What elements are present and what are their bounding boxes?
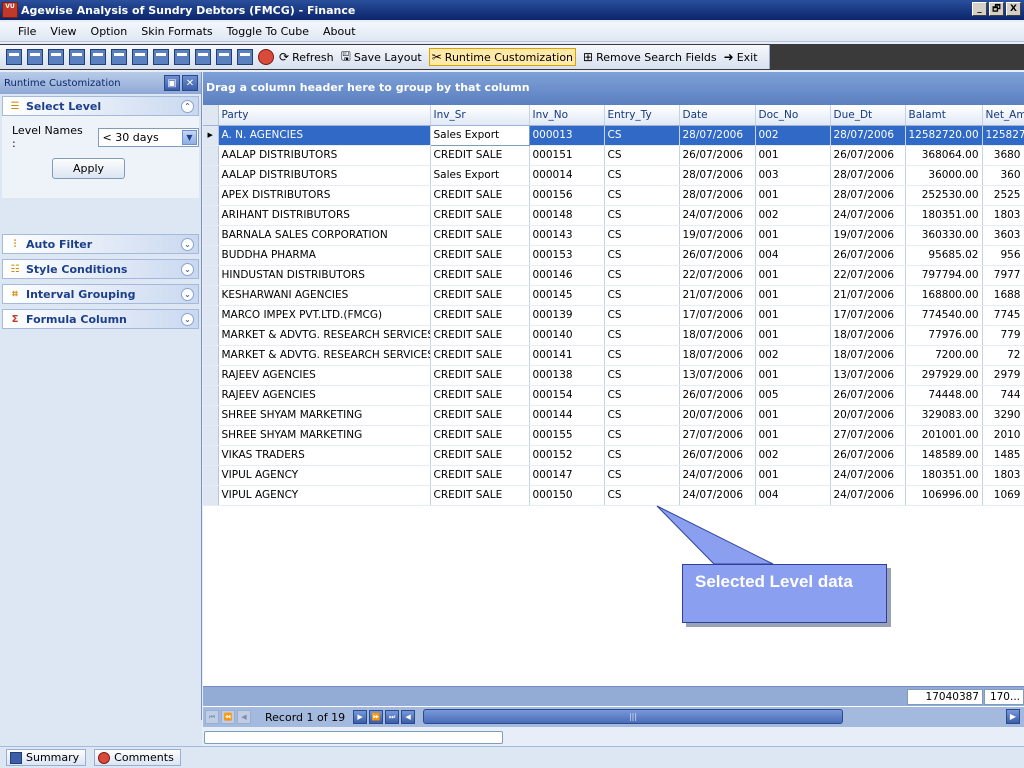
interval-grouping-icon: ⌗	[12, 288, 18, 300]
horizontal-scrollbar[interactable]: |||	[423, 709, 843, 724]
prev-page-icon[interactable]: ⏪	[221, 710, 235, 724]
totals-footer: 17040387 170...	[203, 686, 1024, 706]
window-title: Agewise Analysis of Sundry Debtors (FMCG…	[21, 3, 356, 17]
panel-close-icon[interactable]: ✕	[182, 75, 198, 91]
scroll-left-icon[interactable]: ◀	[401, 710, 416, 724]
table-icon-2[interactable]	[195, 49, 211, 65]
menu-view[interactable]: View	[43, 25, 83, 38]
apply-button[interactable]: Apply	[52, 158, 125, 179]
section-auto-filter[interactable]: ⫶ Auto Filter ⌄	[2, 234, 199, 254]
status-bar: Summary Comments	[0, 746, 1024, 768]
grid-icon[interactable]	[153, 49, 169, 65]
total-balamt: 17040387	[907, 689, 983, 705]
left-panel-footer	[0, 720, 202, 746]
layout-icon-6[interactable]	[111, 49, 127, 65]
section-select-level[interactable]: ☰ Select Level ⌃	[2, 96, 199, 116]
remove-search-fields-button[interactable]: ⊞ Remove Search Fields	[583, 50, 717, 64]
layout-icon-5[interactable]	[90, 49, 106, 65]
window-controls: _ 🗗 X	[972, 2, 1021, 16]
save-icon: 🖫	[340, 48, 351, 63]
refresh-icon: ⟳	[279, 50, 290, 64]
menu-skin-formats[interactable]: Skin Formats	[134, 25, 219, 38]
refresh-button[interactable]: ⟳ Refresh	[279, 50, 334, 64]
section-style-conditions[interactable]: ☷ Style Conditions ⌄	[2, 259, 199, 279]
close-button[interactable]: X	[1006, 2, 1021, 16]
remove-fields-icon: ⊞	[583, 50, 594, 64]
restore-button[interactable]: 🗗	[989, 2, 1004, 16]
level-names-label: Level Names :	[12, 124, 83, 150]
layout-icon-4[interactable]	[69, 49, 85, 65]
section-formula-column[interactable]: Σ Formula Column ⌄	[2, 309, 199, 329]
level-names-select[interactable]: < 30 days ▼	[97, 127, 199, 147]
menu-option[interactable]: Option	[84, 25, 135, 38]
exit-button[interactable]: ➜ Exit	[724, 50, 758, 64]
auto-filter-icon: ⫶	[13, 238, 17, 250]
last-record-icon[interactable]: ⏭	[385, 710, 400, 724]
summary-tab[interactable]: Summary	[6, 749, 87, 766]
panel-icon[interactable]	[216, 49, 232, 65]
select-level-body: Level Names : < 30 days ▼ Apply	[2, 116, 199, 198]
record-indicator: Record 1 of 19	[265, 710, 346, 724]
callout-pointer	[656, 505, 774, 565]
expand-icon[interactable]: ⌄	[181, 288, 194, 301]
expand-icon[interactable]: ⌄	[181, 263, 194, 276]
next-record-icon[interactable]: ▶	[353, 710, 368, 724]
comments-tab[interactable]: Comments	[94, 749, 181, 766]
toolbar: ⟳ Refresh 🖫 Save Layout ✂ Runtime Custom…	[0, 44, 1024, 70]
scroll-right-icon[interactable]: ▶	[1006, 709, 1020, 724]
layout-icon-3[interactable]	[48, 49, 64, 65]
comments-icon	[98, 751, 111, 764]
app-icon: VU	[2, 2, 18, 18]
layout-icon-1[interactable]	[6, 49, 22, 65]
menu-about[interactable]: About	[316, 25, 363, 38]
summary-icon	[10, 751, 22, 764]
toolbar-strip: ⟳ Refresh 🖫 Save Layout ✂ Runtime Custom…	[0, 45, 770, 69]
section-interval-grouping[interactable]: ⌗ Interval Grouping ⌄	[2, 284, 199, 304]
callout-selected-level: Selected Level data	[682, 564, 887, 623]
minimize-button[interactable]: _	[972, 2, 987, 16]
menu-toggle-to-cube[interactable]: Toggle To Cube	[220, 25, 316, 38]
data-grid: Drag a column header here to group by th…	[203, 72, 1024, 720]
columns-icon[interactable]	[132, 49, 148, 65]
layout-icon-2[interactable]	[27, 49, 43, 65]
first-record-icon[interactable]: ⏮	[205, 710, 219, 724]
tools-icon: ✂	[431, 50, 442, 64]
title-bar: VU Agewise Analysis of Sundry Debtors (F…	[0, 0, 1024, 20]
expand-icon[interactable]: ⌄	[181, 313, 194, 326]
exit-icon: ➜	[723, 50, 734, 64]
total-net-amt: 170...	[984, 689, 1024, 705]
menu-file[interactable]: File	[0, 25, 43, 38]
progress-field	[204, 731, 503, 744]
runtime-customization-button[interactable]: ✂ Runtime Customization	[428, 48, 577, 66]
pin-icon[interactable]: ▣	[164, 75, 180, 91]
prev-record-icon[interactable]: ◀	[237, 710, 251, 724]
collapse-icon[interactable]: ⌃	[181, 100, 194, 113]
panel-header: Runtime Customization ▣ ✕	[0, 72, 201, 94]
select-level-icon: ☰	[10, 100, 20, 112]
table-icon-1[interactable]	[174, 49, 190, 65]
chevron-down-icon[interactable]: ▼	[182, 129, 197, 145]
next-page-icon[interactable]: ⏩	[369, 710, 384, 724]
panel-title: Runtime Customization	[4, 77, 121, 89]
save-layout-button[interactable]: 🖫 Save Layout	[341, 47, 422, 68]
comment-icon[interactable]	[258, 49, 274, 65]
menu-bar: File View Option Skin Formats Toggle To …	[0, 22, 1024, 42]
style-conditions-icon: ☷	[10, 263, 20, 275]
record-navigator: ⏮ ⏪ ◀ Record 1 of 19 ▶ ⏩ ⏭ ◀ ||| ▶	[203, 707, 1024, 727]
expand-icon[interactable]: ⌄	[181, 238, 194, 251]
formula-icon: Σ	[11, 313, 19, 325]
runtime-customization-panel: Runtime Customization ▣ ✕ ☰ Select Level…	[0, 72, 202, 720]
list-icon[interactable]	[237, 49, 253, 65]
